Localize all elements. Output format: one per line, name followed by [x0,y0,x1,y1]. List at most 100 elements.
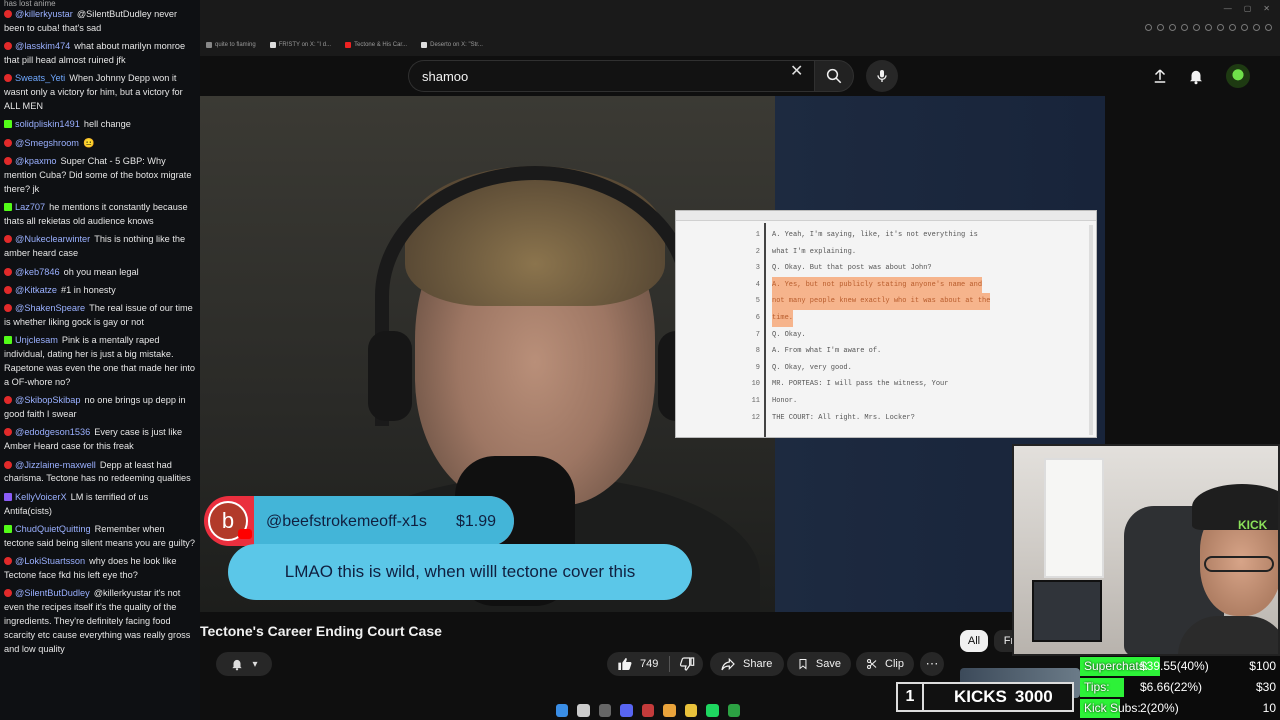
goal-value: 2(20%) [1140,701,1179,715]
extension-icon[interactable] [1253,24,1260,31]
share-button[interactable]: Share [710,652,784,676]
bookmark-item[interactable]: Deserto on X: "Str... [421,38,483,52]
bookmark-favicon-icon [206,42,212,48]
extension-icon[interactable] [1229,24,1236,31]
spotify-icon[interactable] [706,703,719,717]
chat-username[interactable]: @ShakenSpeare [15,303,85,313]
youtube-icon [238,529,252,539]
extension-icon[interactable] [1217,24,1224,31]
chat-panel[interactable]: has lost anime @killerkyustar @SilentButD… [0,0,200,720]
zoom-icon[interactable] [1145,24,1152,31]
bookmark-item[interactable]: quite to flaming [206,38,256,52]
close-window-icon[interactable]: ✕ [1263,4,1270,13]
search-box[interactable] [408,60,816,92]
search-button[interactable] [814,60,854,92]
chat-username[interactable]: @LokiStuartsson [15,556,85,566]
chat-username[interactable]: @kpaxmo [15,156,57,166]
subscribe-bell-button[interactable]: ▾ [216,652,272,676]
chat-username[interactable]: @Nukeclearwinter [15,234,90,244]
thumbs-up-icon [618,658,632,670]
browser-extension-icons[interactable] [1145,24,1272,31]
chat-username[interactable]: @edodgeson1536 [15,427,90,437]
kicks-goal-box: 1 KICKS 3000 [896,682,1074,712]
transcript-line-text: what I'm explaining. [772,247,857,256]
extension-icon[interactable] [1193,24,1200,31]
xbox-icon[interactable] [727,703,740,717]
transcript-lines: 1 A. Yeah, I'm saying, like, it's not eve… [676,227,1086,426]
kicks-goal-value: 3000 [1014,687,1053,706]
obs-icon[interactable] [641,703,655,717]
voice-search-button[interactable] [866,60,898,92]
chat-username[interactable]: @killerkyustar [15,9,73,19]
thumbs-down-icon [679,657,695,671]
goal-row: Kick Subs: 2(20%) 10 [1080,698,1280,719]
bookmark-label: Deserto on X: "Str... [430,42,483,48]
superchat-username: @beefstrokemeoff-x1s [266,513,427,530]
chat-username[interactable]: @Jizzlaine-maxwell [15,460,96,470]
minimize-icon[interactable]: — [1224,4,1232,13]
youtube-icon [4,460,12,469]
youtube-icon [4,157,12,166]
video-title: Tectone's Career Ending Court Case [200,623,442,639]
clip-button[interactable]: Clip [856,652,914,676]
youtube-icon [4,74,12,83]
chat-username[interactable]: ChudQuietQuitting [15,524,91,534]
bookmark-icon [799,659,807,670]
goal-target: $30 [1255,680,1276,694]
extension-icon[interactable] [1169,24,1176,31]
screen: — ▢ ✕ quite to flaming FR!STY on X: "I d.… [0,0,1280,720]
chat-message: @edodgeson1536 Every case is just like Am… [0,426,200,454]
discord-icon[interactable] [620,703,633,717]
extension-icon[interactable] [1205,24,1212,31]
chat-message: @SkibopSkibap no one brings up depp in go… [0,394,200,422]
windows-start-icon[interactable] [556,703,569,717]
bookmark-label: quite to flaming [215,42,256,48]
extension-icon[interactable] [1241,24,1248,31]
save-button[interactable]: Save [787,652,851,676]
share-label: Share [743,658,773,670]
court-transcript-overlay: 1 A. Yeah, I'm saying, like, it's not eve… [675,210,1097,438]
close-icon[interactable]: ✕ [790,64,803,80]
notifications-button[interactable] [1184,64,1208,88]
extension-icon[interactable] [1265,24,1272,31]
chat-username[interactable]: @Smegshroom [15,138,79,148]
chat-username[interactable]: Laz707 [15,202,45,212]
more-actions-button[interactable]: ⋯ [920,652,944,676]
bookmark-item[interactable]: Tectone & His Car... [345,38,407,52]
window-controls[interactable]: — ▢ ✕ [1224,4,1270,13]
chat-username[interactable]: @Kitkatze [15,285,57,295]
camera-icon[interactable] [598,703,612,717]
chip-all[interactable]: All [960,630,988,652]
maximize-icon[interactable]: ▢ [1244,4,1252,13]
bell-icon [1190,70,1202,85]
account-avatar[interactable] [1226,64,1250,88]
chat-username[interactable]: Sweats_Yeti [15,73,65,83]
transcript-line-number: 9 [755,363,760,372]
chat-message: Unjclesam Pink is a mentally raped indivi… [0,334,200,389]
chat-username[interactable]: KellyVoicerX [15,492,67,502]
kicks-label: KICKS [954,687,1007,706]
bookmark-item[interactable]: FR!STY on X: "I d... [269,38,331,52]
search-input[interactable] [422,68,782,84]
chat-username[interactable]: @keb7846 [15,267,60,277]
extension-icon[interactable] [1157,24,1164,31]
extension-icon[interactable] [1181,24,1188,31]
search-icon[interactable] [577,703,590,717]
chat-message: @Jizzlaine-maxwell Depp at least had char… [0,459,200,487]
bookmark-bar: quite to flaming FR!STY on X: "I d... Tect… [200,38,1280,52]
chrome-icon[interactable] [663,703,676,717]
chat-username[interactable]: @SkibopSkibap [15,395,81,405]
transcript-line-number: 12 [751,413,760,422]
chat-username[interactable]: Unjclesam [15,335,58,345]
transcript-line-text: time. [772,309,794,327]
create-button[interactable] [1148,64,1172,88]
chat-username[interactable]: @SilentButDudley [15,588,90,598]
folder-icon[interactable] [684,703,698,717]
video-player[interactable]: 1 A. Yeah, I'm saying, like, it's not eve… [200,96,1105,612]
like-divider [669,656,670,672]
chat-username[interactable]: solidpliskin1491 [15,119,80,129]
chat-username[interactable]: @lasskim474 [15,41,70,51]
transcript-line-number: 4 [755,280,760,289]
dislike-button[interactable] [672,652,702,676]
taskbar[interactable] [540,700,740,720]
